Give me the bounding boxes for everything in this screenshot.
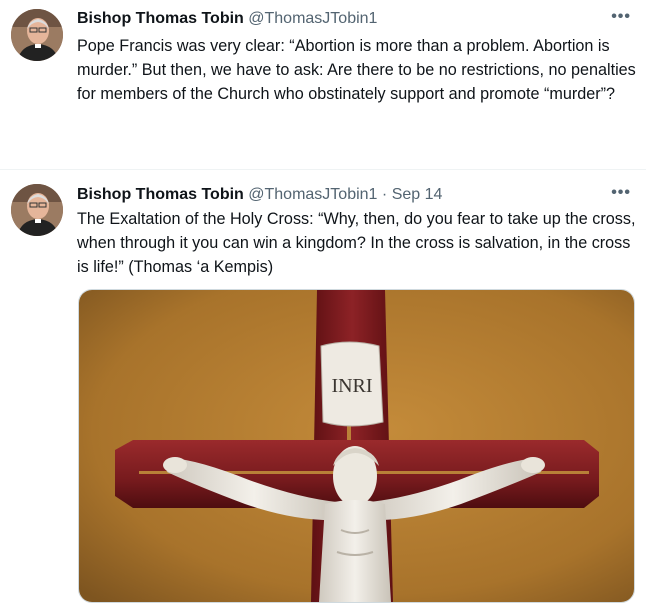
tweet-text: The Exaltation of the Holy Cross: “Why, …	[77, 210, 636, 276]
tweet-date[interactable]: Sep 14	[392, 186, 443, 203]
crucifix-image: INRI	[79, 290, 634, 602]
avatar[interactable]	[11, 9, 63, 61]
author-name[interactable]: Bishop Thomas Tobin	[77, 10, 244, 27]
avatar-image	[11, 184, 63, 236]
more-horizontal-icon[interactable]: •••	[611, 184, 631, 202]
more-horizontal-icon[interactable]: •••	[611, 8, 631, 26]
tweet-header: Bishop Thomas Tobin @ThomasJTobin1	[77, 9, 377, 29]
author-handle[interactable]: @ThomasJTobin1	[248, 10, 377, 27]
tweet[interactable]: Bishop Thomas Tobin @ThomasJTobin1 ••• P…	[0, 0, 646, 170]
avatar[interactable]	[11, 184, 63, 236]
avatar-image	[11, 9, 63, 61]
author-handle[interactable]: @ThomasJTobin1	[248, 186, 377, 203]
inri-plaque: INRI	[331, 375, 372, 397]
divider	[0, 169, 646, 170]
tweet-media-image[interactable]: INRI	[78, 289, 635, 603]
tweet-header: Bishop Thomas Tobin @ThomasJTobin1 · Sep…	[77, 185, 442, 205]
tweet-text: Pope Francis was very clear: “Abortion i…	[77, 37, 636, 103]
tweet[interactable]: Bishop Thomas Tobin @ThomasJTobin1 · Sep…	[0, 171, 646, 613]
separator-dot: ·	[381, 186, 388, 203]
author-name[interactable]: Bishop Thomas Tobin	[77, 186, 244, 203]
